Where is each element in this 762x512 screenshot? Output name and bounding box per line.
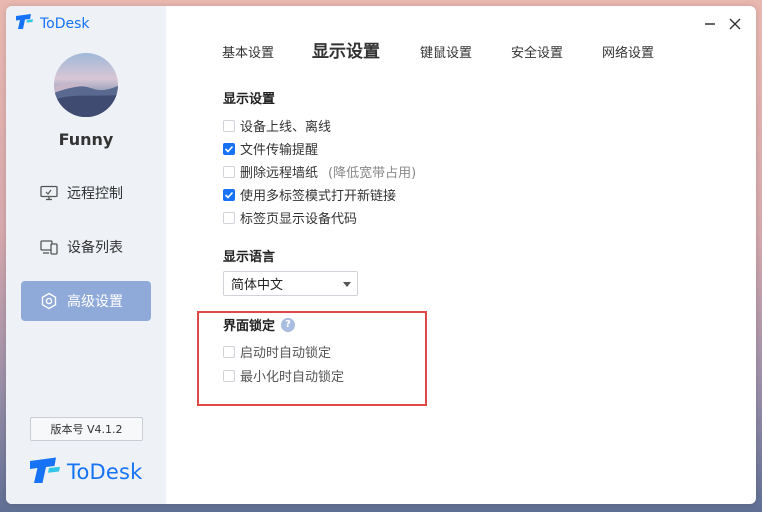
nav-device-list[interactable]: 设备列表 — [21, 227, 151, 267]
option-multi-tab-mode[interactable]: 使用多标签模式打开新链接 — [223, 185, 396, 204]
todesk-logo-icon — [15, 13, 34, 34]
window-controls — [696, 14, 746, 34]
nav-advanced-settings[interactable]: 高级设置 — [21, 281, 151, 321]
app-title: ToDesk — [40, 15, 90, 32]
option-lock-on-minimize[interactable]: 最小化时自动锁定 — [223, 366, 344, 385]
display-language-heading: 显示语言 — [223, 250, 276, 265]
option-file-transfer-reminder[interactable]: 文件传输提醒 — [223, 139, 318, 158]
app-window: ToDesk Funny 远程控制 设备列表 高级设置 版本号 V4.1.2 T… — [6, 6, 756, 504]
checkbox-checked[interactable] — [223, 188, 235, 201]
tab-network-settings[interactable]: 网络设置 — [602, 44, 654, 64]
nav-remote-control-label: 远程控制 — [67, 186, 123, 202]
tab-security-settings[interactable]: 安全设置 — [511, 44, 563, 64]
chevron-down-icon — [343, 282, 351, 287]
checkbox[interactable] — [223, 119, 235, 132]
devices-icon — [39, 237, 59, 257]
checkbox[interactable] — [223, 369, 235, 382]
option-label: 启动时自动锁定 — [240, 346, 332, 361]
option-lock-on-startup[interactable]: 启动时自动锁定 — [223, 342, 331, 361]
tab-basic-settings[interactable]: 基本设置 — [222, 44, 274, 64]
option-label: 设备上线、离线 — [240, 120, 332, 135]
display-settings-heading: 显示设置 — [223, 92, 276, 107]
settings-icon — [39, 291, 59, 311]
language-select[interactable]: 简体中文 — [223, 271, 358, 296]
avatar[interactable] — [54, 53, 118, 117]
nav-remote-control[interactable]: 远程控制 — [21, 173, 151, 213]
tab-display-settings[interactable]: 显示设置 — [312, 42, 380, 62]
option-label: 最小化时自动锁定 — [240, 370, 345, 385]
language-select-value: 简体中文 — [231, 278, 284, 293]
monitor-icon — [39, 183, 59, 203]
brand-logo: ToDesk — [28, 456, 143, 488]
app-title-bar-logo: ToDesk — [15, 13, 90, 34]
tab-keyboard-mouse-settings[interactable]: 键鼠设置 — [420, 44, 472, 64]
checkbox[interactable] — [223, 211, 235, 224]
option-label: 标签页显示设备代码 — [240, 212, 358, 227]
interface-lock-heading: 界面锁定 ? — [223, 315, 296, 334]
close-button[interactable] — [724, 14, 746, 34]
interface-lock-title: 界面锁定 — [223, 319, 276, 334]
option-tab-show-device-code[interactable]: 标签页显示设备代码 — [223, 208, 357, 227]
checkmark-icon — [224, 191, 234, 199]
option-note: (降低宽带占用) — [328, 166, 417, 181]
minimize-icon — [705, 23, 715, 25]
sidebar: ToDesk Funny 远程控制 设备列表 高级设置 版本号 V4.1.2 T… — [6, 6, 166, 504]
minimize-button[interactable] — [699, 14, 721, 34]
todesk-logo-icon — [28, 456, 62, 488]
option-label: 删除远程墙纸 — [240, 166, 319, 181]
version-label: 版本号 V4.1.2 — [30, 417, 143, 441]
help-icon[interactable]: ? — [281, 317, 296, 332]
option-label: 使用多标签模式打开新链接 — [240, 189, 397, 204]
checkbox-checked[interactable] — [223, 142, 235, 155]
checkbox[interactable] — [223, 165, 235, 178]
username: Funny — [58, 130, 114, 149]
option-device-online-offline[interactable]: 设备上线、离线 — [223, 116, 331, 135]
option-label: 文件传输提醒 — [240, 143, 319, 158]
option-remove-remote-wallpaper[interactable]: 删除远程墙纸 (降低宽带占用) — [223, 162, 416, 181]
checkbox[interactable] — [223, 345, 235, 358]
brand-name: ToDesk — [67, 460, 143, 484]
nav-device-list-label: 设备列表 — [67, 240, 123, 256]
close-icon — [729, 18, 741, 30]
nav-advanced-settings-label: 高级设置 — [67, 294, 123, 310]
checkmark-icon — [224, 145, 234, 153]
